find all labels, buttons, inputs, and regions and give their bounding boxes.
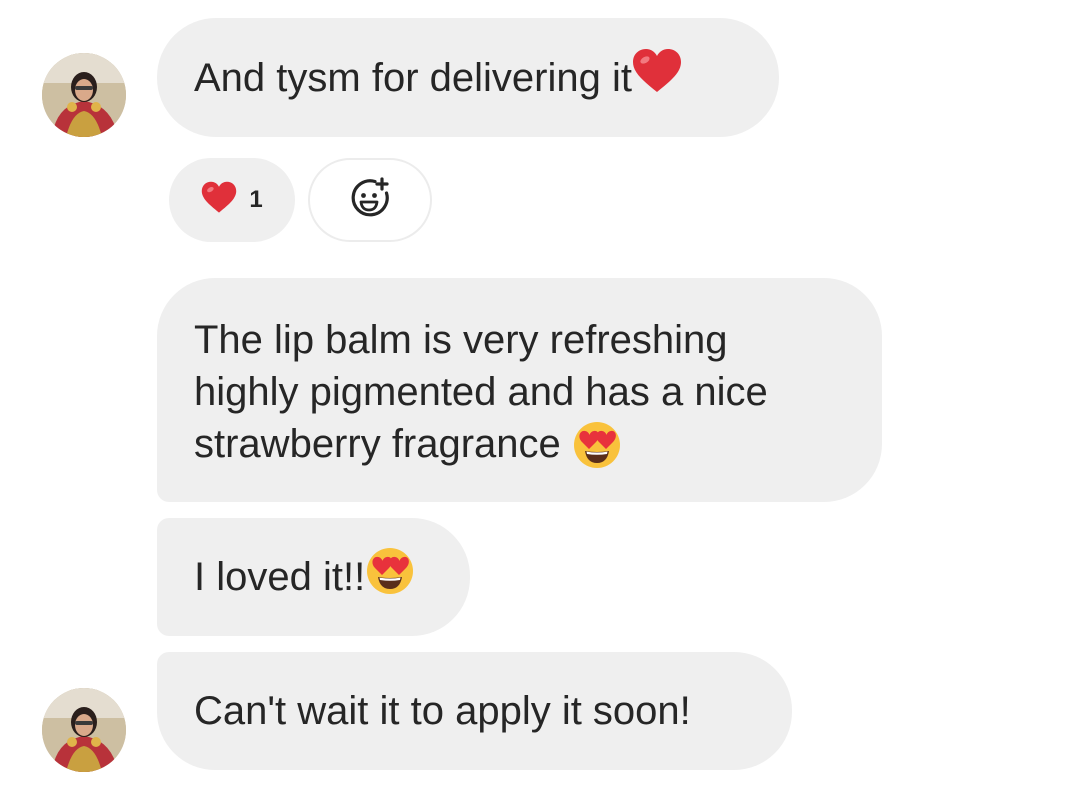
red-heart-icon — [632, 48, 682, 107]
heart-eyes-emoji-icon — [365, 546, 415, 609]
heart-eyes-emoji-icon — [572, 420, 622, 473]
avatar-photo — [42, 53, 126, 137]
add-reaction-button[interactable] — [308, 158, 432, 242]
heart-reaction-pill[interactable]: 1 — [169, 158, 295, 242]
message-line: highly pigmented and has a nice — [194, 370, 768, 414]
reaction-count: 1 — [249, 186, 263, 213]
add-reaction-icon — [348, 176, 392, 225]
message-line: strawberry fragrance — [194, 422, 572, 466]
message-bubble[interactable]: And tysm for delivering it — [157, 18, 779, 137]
message-bubble[interactable]: The lip balm is very refreshing highly p… — [157, 278, 882, 502]
message-text: The lip balm is very refreshing highly p… — [194, 314, 768, 473]
message-bubble[interactable]: Can't wait it to apply it soon! — [157, 652, 792, 770]
message-text: And tysm for delivering it — [194, 55, 632, 100]
red-heart-icon — [201, 181, 237, 219]
message-text: I loved it!! — [194, 555, 366, 599]
message-line: The lip balm is very refreshing — [194, 318, 728, 362]
sender-avatar[interactable] — [42, 53, 126, 137]
message-line-with-emoji: strawberry fragrance — [194, 418, 768, 473]
message-text: Can't wait it to apply it soon! — [194, 689, 691, 733]
sender-avatar[interactable] — [42, 688, 126, 772]
message-bubble[interactable]: I loved it!! — [157, 518, 470, 636]
avatar-photo — [42, 688, 126, 772]
